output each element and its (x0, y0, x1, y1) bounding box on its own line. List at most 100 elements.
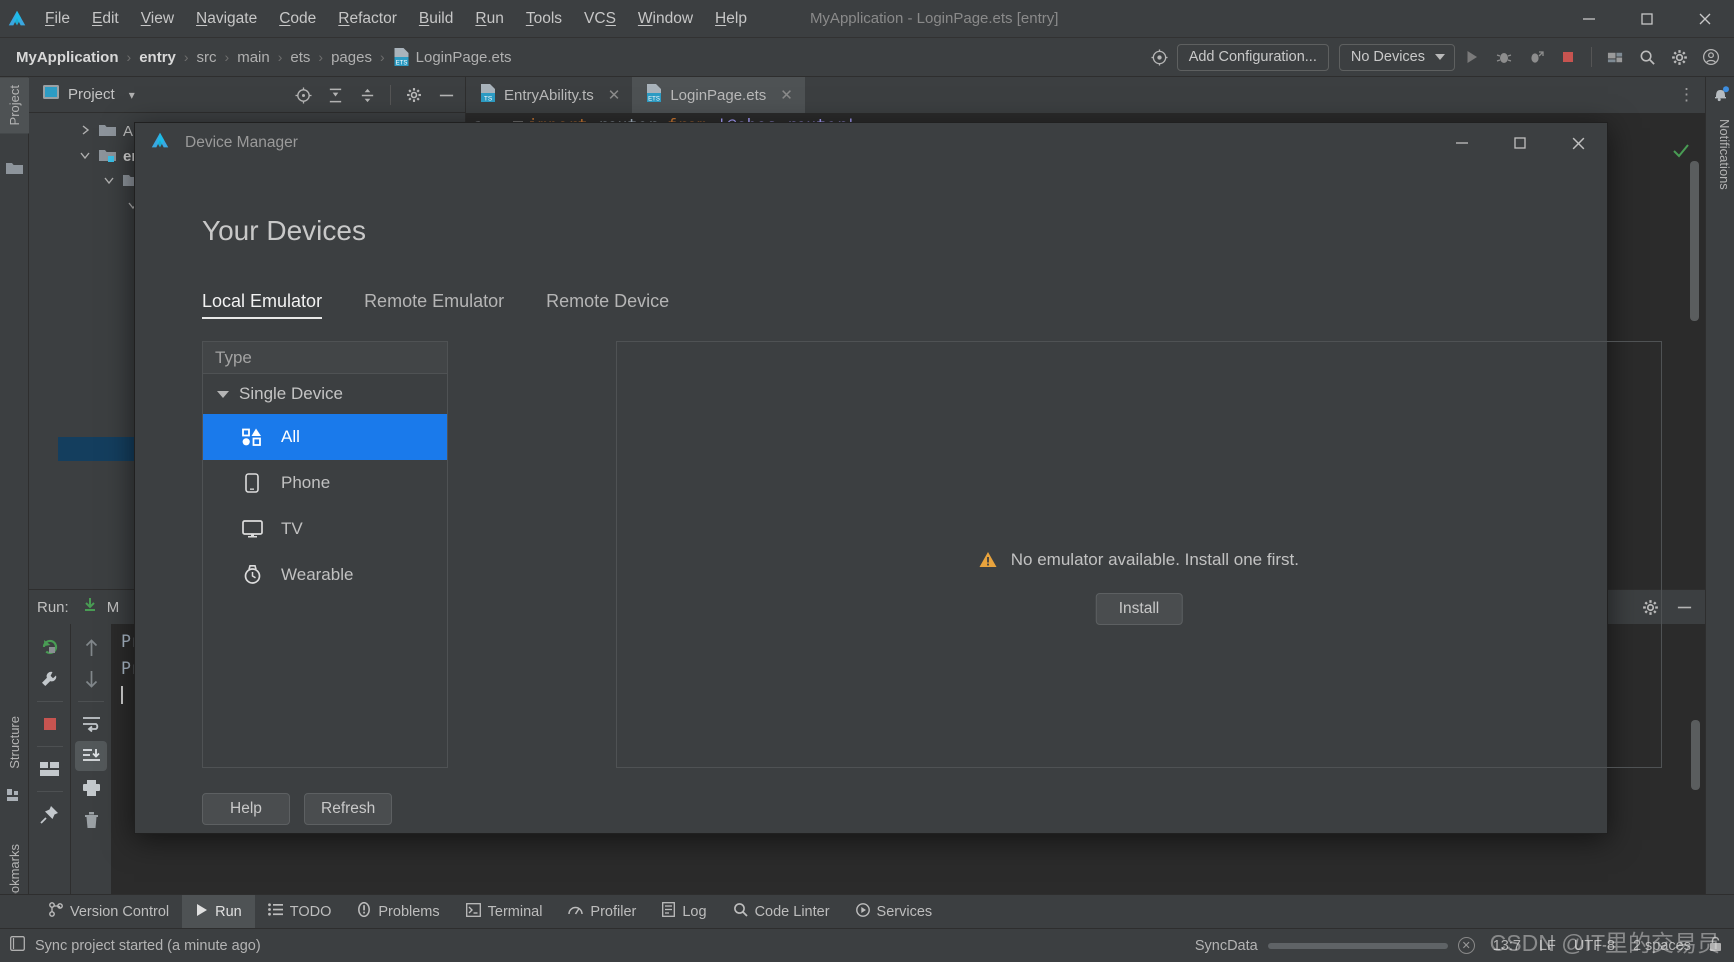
refresh-button[interactable]: Refresh (304, 793, 393, 825)
sidebar-item-notifications[interactable]: Notifications (1710, 111, 1734, 198)
console-scrollbar[interactable] (1691, 720, 1700, 790)
print-icon[interactable] (75, 773, 107, 803)
editor-more-icon[interactable]: ⋮ (1678, 85, 1695, 105)
help-button[interactable]: Help (202, 793, 290, 825)
account-icon[interactable] (1696, 42, 1726, 72)
breadcrumb[interactable]: MyApplication › entry › src › main › ets › pages › E… (0, 48, 512, 67)
breadcrumb-item-src[interactable]: src (197, 49, 217, 66)
run-icon[interactable] (1457, 42, 1487, 72)
bottom-tab-run[interactable]: Run (182, 894, 255, 929)
menu-item-vcs[interactable]: VCS (573, 0, 627, 38)
stop-icon[interactable] (34, 709, 66, 739)
menu-item-run[interactable]: Run (464, 0, 514, 38)
menu-item-build[interactable]: Build (408, 0, 464, 38)
run-config-icon[interactable] (81, 596, 99, 619)
menu-item-file[interactable]: File (34, 0, 81, 38)
breadcrumb-item-ets[interactable]: ets (290, 49, 310, 66)
locate-icon[interactable] (288, 80, 318, 110)
settings-gear-icon[interactable] (1664, 42, 1694, 72)
bottom-tab-version-control[interactable]: Version Control (36, 895, 182, 929)
menu-item-edit[interactable]: Edit (81, 0, 130, 38)
dialog-close-button[interactable] (1549, 123, 1607, 163)
editor-tab-entryability[interactable]: TS EntryAbility.ts ✕ (466, 77, 632, 113)
close-icon[interactable]: ✕ (608, 86, 621, 104)
device-type-phone[interactable]: Phone (203, 460, 447, 506)
down-arrow-icon[interactable] (75, 664, 107, 694)
hide-panel-icon[interactable] (431, 80, 461, 110)
chevron-down-icon[interactable] (101, 176, 117, 188)
file-encoding[interactable]: UTF-8 (1574, 938, 1615, 954)
device-type-wearable[interactable]: Wearable (203, 552, 447, 598)
bottom-tab-services[interactable]: Services (843, 895, 946, 929)
bottom-tab-label: TODO (289, 903, 332, 920)
bottom-tab-log[interactable]: Log (649, 895, 719, 929)
bottom-tab-todo[interactable]: TODO (255, 895, 345, 929)
chevron-down-icon[interactable] (77, 151, 93, 163)
editor-tab-loginpage[interactable]: ETS LoginPage.ets ✕ (632, 77, 805, 113)
menu-item-view[interactable]: View (130, 0, 185, 38)
add-configuration-button[interactable]: Add Configuration... (1176, 43, 1329, 71)
bottom-tab-problems[interactable]: Problems (344, 895, 452, 929)
menu-item-refactor[interactable]: Refactor (327, 0, 408, 38)
chevron-down-icon[interactable]: ▾ (129, 88, 135, 102)
breadcrumb-item-myapplication[interactable]: MyApplication (16, 49, 119, 66)
editor-scrollbar[interactable] (1690, 161, 1699, 321)
menu-item-window[interactable]: Window (627, 0, 704, 38)
maximize-button[interactable] (1618, 0, 1676, 38)
search-icon[interactable] (1632, 42, 1662, 72)
device-group-single-device[interactable]: Single Device (203, 374, 447, 414)
breadcrumb-item-main[interactable]: main (237, 49, 270, 66)
dialog-minimize-button[interactable] (1433, 123, 1491, 163)
minimize-button[interactable] (1560, 0, 1618, 38)
sidebar-item-structure[interactable]: Structure (0, 708, 29, 777)
bottom-tab-code-linter[interactable]: Code Linter (720, 895, 843, 929)
wrench-icon[interactable] (34, 664, 66, 694)
device-manager-icon[interactable] (1600, 42, 1630, 72)
soft-wrap-icon[interactable] (75, 709, 107, 739)
expand-all-icon[interactable] (320, 80, 350, 110)
pin-icon[interactable] (34, 799, 66, 829)
caret-position[interactable]: 13:7 (1493, 938, 1521, 954)
scroll-to-end-icon[interactable] (75, 741, 107, 771)
ide-window: File Edit View Navigate Code Refactor Build Run… (0, 0, 1734, 962)
trash-icon[interactable] (75, 805, 107, 835)
chevron-right-icon[interactable] (77, 125, 93, 138)
bell-icon[interactable] (1712, 85, 1730, 108)
hide-panel-icon[interactable] (1669, 592, 1699, 622)
debug-icon[interactable] (1489, 42, 1519, 72)
dialog-tab-remote-emulator[interactable]: Remote Emulator (364, 291, 504, 319)
dialog-maximize-button[interactable] (1491, 123, 1549, 163)
device-type-all[interactable]: All (203, 414, 447, 460)
up-arrow-icon[interactable] (75, 632, 107, 662)
device-type-tv[interactable]: TV (203, 506, 447, 552)
device-selector[interactable]: No Devices (1338, 43, 1455, 71)
sidebar-item-project[interactable]: Project (0, 77, 29, 134)
stop-icon[interactable] (1553, 42, 1583, 72)
close-icon[interactable]: ✕ (780, 86, 793, 104)
chevron-down-icon[interactable] (217, 390, 229, 398)
menu-item-code[interactable]: Code (268, 0, 327, 38)
breadcrumb-item-loginpage-ets[interactable]: ETS LoginPage.ets (393, 48, 512, 67)
folder-icon (99, 123, 116, 141)
rerun-icon[interactable] (34, 632, 66, 662)
line-separator[interactable]: LF (1539, 938, 1556, 954)
unlocked-icon[interactable] (1709, 936, 1722, 956)
breadcrumb-item-pages[interactable]: pages (331, 49, 372, 66)
install-button[interactable]: Install (1095, 592, 1183, 625)
bottom-tab-profiler[interactable]: Profiler (555, 895, 649, 929)
indent-setting[interactable]: 2 spaces (1633, 938, 1691, 954)
breadcrumb-item-entry[interactable]: entry (139, 49, 176, 66)
menu-item-help[interactable]: Help (704, 0, 758, 38)
dialog-tab-local-emulator[interactable]: Local Emulator (202, 291, 323, 319)
menu-item-tools[interactable]: Tools (515, 0, 573, 38)
dialog-tab-remote-device[interactable]: Remote Device (546, 291, 669, 319)
layout-icon[interactable] (34, 754, 66, 784)
cancel-task-icon[interactable]: ✕ (1457, 937, 1475, 954)
menu-item-navigate[interactable]: Navigate (185, 0, 268, 38)
bottom-tab-terminal[interactable]: Terminal (453, 895, 556, 929)
gear-icon[interactable] (399, 80, 429, 110)
profile-debug-icon[interactable] (1521, 42, 1551, 72)
close-button[interactable] (1676, 0, 1734, 38)
collapse-all-icon[interactable] (352, 80, 382, 110)
target-icon[interactable] (1145, 42, 1175, 72)
